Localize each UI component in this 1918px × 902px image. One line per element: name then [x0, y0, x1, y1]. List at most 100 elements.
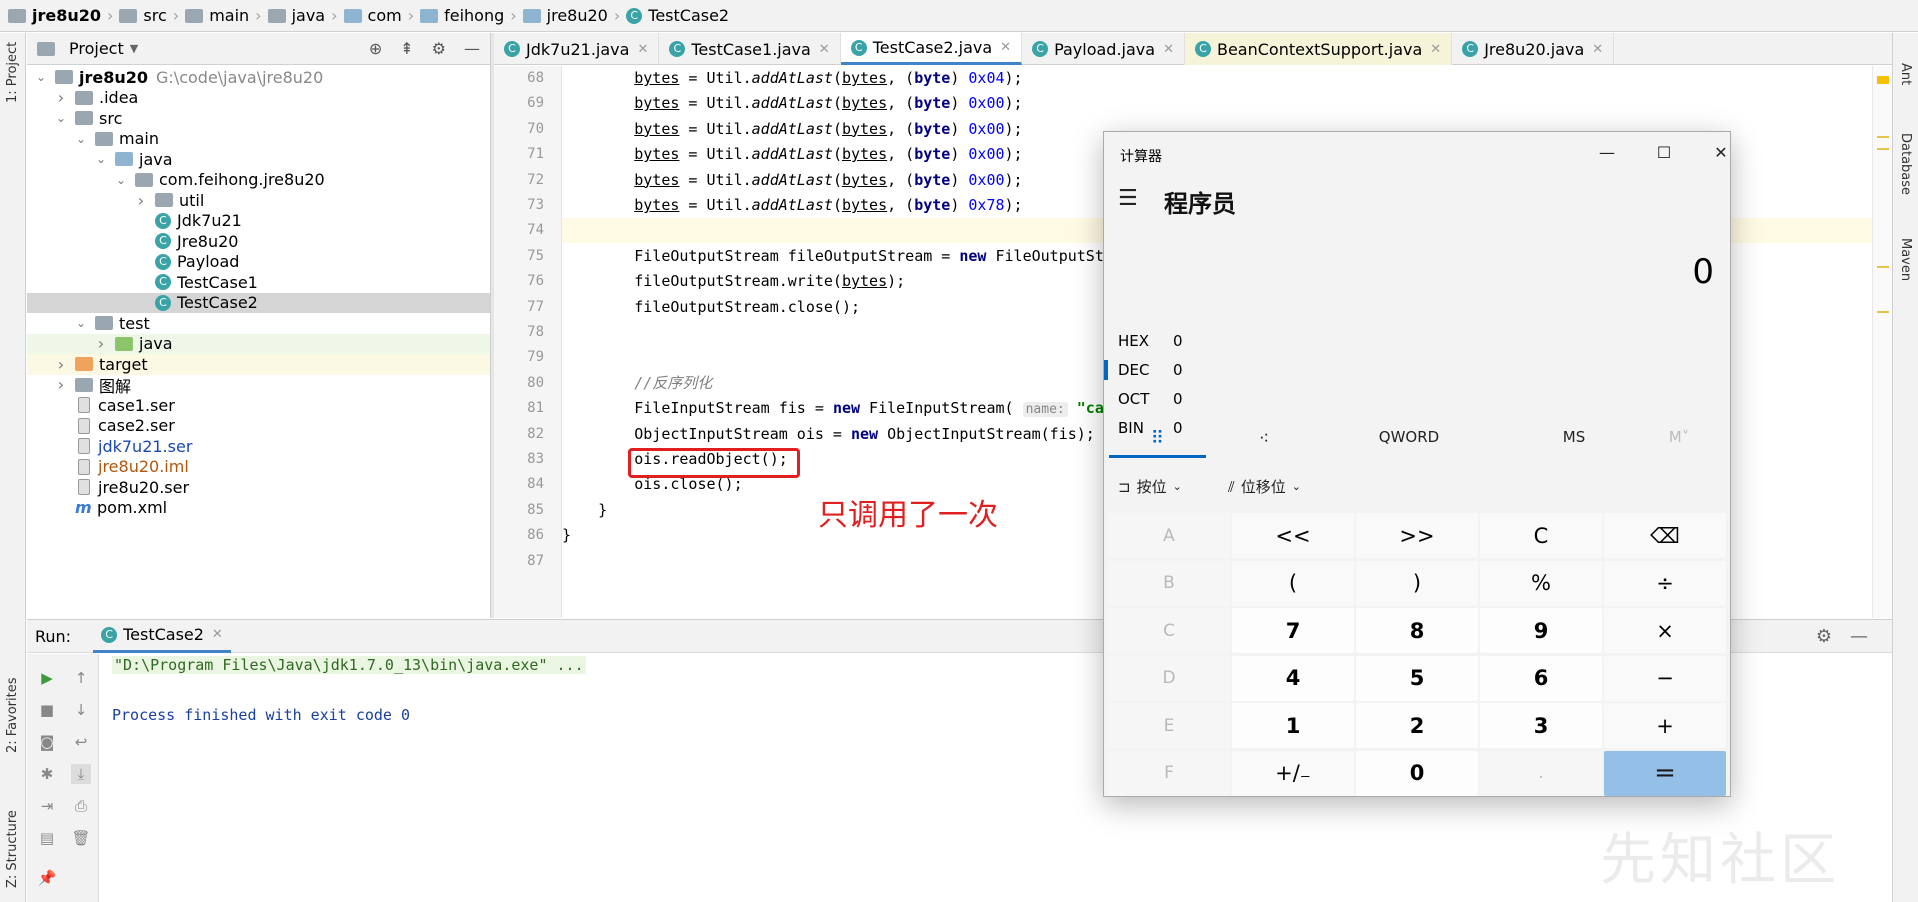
- tree-item[interactable]: C Payload: [27, 252, 490, 273]
- tree-item[interactable]: jre8u20.iml: [27, 457, 490, 478]
- minimize-icon[interactable]: —: [464, 39, 480, 58]
- close-icon[interactable]: ✕: [1163, 42, 1174, 57]
- marker[interactable]: [1877, 311, 1889, 313]
- trash-icon[interactable]: 🗑: [71, 828, 91, 848]
- calc-key[interactable]: 4: [1232, 655, 1354, 701]
- close-icon[interactable]: ✕: [637, 42, 648, 57]
- pin-icon[interactable]: 📌: [37, 868, 57, 888]
- chevron-right-icon[interactable]: ›: [133, 191, 149, 210]
- calc-key[interactable]: 0: [1356, 750, 1478, 796]
- exit-icon[interactable]: ⇥: [37, 796, 57, 816]
- calc-key[interactable]: F: [1108, 750, 1230, 796]
- tree-item[interactable]: › java: [27, 333, 490, 354]
- rerun-icon[interactable]: ▶: [37, 668, 57, 688]
- tree-item[interactable]: ⌄ src: [27, 108, 490, 129]
- calc-key[interactable]: D: [1108, 655, 1230, 701]
- calc-key[interactable]: 6: [1480, 655, 1602, 701]
- calc-key[interactable]: E: [1108, 703, 1230, 748]
- tree-item[interactable]: C Jre8u20: [27, 231, 490, 252]
- layout-icon[interactable]: ▤: [37, 828, 57, 848]
- calc-key[interactable]: ⌫: [1604, 513, 1726, 558]
- tree-item[interactable]: › .idea: [27, 88, 490, 109]
- camera-icon[interactable]: ◙: [37, 732, 57, 752]
- code-line[interactable]: bytes = Util.addAtLast(bytes, (byte) 0x0…: [562, 91, 1892, 116]
- word-size-button[interactable]: QWORD: [1354, 428, 1464, 458]
- bit-toggle-tab[interactable]: ⁖: [1244, 428, 1284, 458]
- scroll-to-end-icon[interactable]: ⤓: [71, 764, 91, 784]
- editor-tab[interactable]: C Payload.java ✕: [1022, 33, 1185, 65]
- calc-key[interactable]: %: [1480, 560, 1602, 606]
- maven-tool-button[interactable]: Maven: [1898, 238, 1913, 281]
- editor-tab[interactable]: C Jdk7u21.java ✕: [494, 33, 660, 65]
- tree-item[interactable]: jdk7u21.ser: [27, 436, 490, 457]
- chevron-down-icon[interactable]: ⌄: [73, 316, 89, 330]
- tree-item[interactable]: C TestCase2: [27, 292, 490, 313]
- calc-key[interactable]: (: [1232, 560, 1354, 606]
- collapse-all-icon[interactable]: ⇞: [400, 39, 413, 58]
- breadcrumb-item[interactable]: main ›: [185, 0, 267, 32]
- breadcrumb-item[interactable]: jre8u20 ›: [522, 0, 627, 32]
- calc-key[interactable]: >>: [1356, 513, 1478, 558]
- run-tab[interactable]: C TestCase2 ✕: [93, 619, 231, 653]
- tree-item[interactable]: ⌄ main: [27, 129, 490, 150]
- editor-tab[interactable]: C TestCase1.java ✕: [659, 33, 841, 65]
- gear-icon[interactable]: ⚙: [1816, 626, 1832, 647]
- locate-icon[interactable]: ⊕: [369, 39, 382, 58]
- calc-key[interactable]: C: [1108, 608, 1230, 653]
- project-panel-title[interactable]: Project: [69, 39, 124, 58]
- calc-key[interactable]: 9: [1480, 608, 1602, 653]
- arrow-down-icon[interactable]: ↓: [71, 700, 91, 720]
- calc-key[interactable]: 2: [1356, 703, 1478, 748]
- calc-key[interactable]: ×: [1604, 608, 1726, 653]
- close-icon[interactable]: ✕: [1592, 42, 1603, 57]
- project-tool-button[interactable]: 1: Project: [5, 42, 20, 103]
- marker[interactable]: [1877, 148, 1889, 150]
- error-stripe[interactable]: [1872, 66, 1892, 618]
- chevron-down-icon[interactable]: ⌄: [53, 111, 69, 125]
- maximize-icon[interactable]: ☐: [1644, 140, 1684, 166]
- calc-key[interactable]: 1: [1232, 703, 1354, 748]
- editor-tab[interactable]: C BeanContextSupport.java ✕: [1184, 33, 1453, 65]
- bitwise-dropdown[interactable]: ⊐ 按位 ⌄: [1118, 476, 1182, 497]
- stop-icon[interactable]: ■: [37, 700, 57, 720]
- minimize-icon[interactable]: —: [1850, 626, 1868, 647]
- soft-wrap-icon[interactable]: ↩: [71, 732, 91, 752]
- tree-item[interactable]: › target: [27, 354, 490, 375]
- calc-key[interactable]: +/₋: [1232, 750, 1354, 796]
- breadcrumb-item[interactable]: jre8u20 ›: [8, 0, 119, 32]
- close-icon[interactable]: ✕: [1430, 42, 1441, 57]
- calc-key[interactable]: C: [1480, 513, 1602, 558]
- warning-marker[interactable]: [1877, 76, 1889, 84]
- close-icon[interactable]: ✕: [1000, 40, 1011, 55]
- chevron-down-icon[interactable]: ⌄: [33, 70, 49, 84]
- chevron-down-icon[interactable]: ⌄: [113, 173, 129, 187]
- calc-key[interactable]: 3: [1480, 703, 1602, 748]
- chevron-down-icon[interactable]: ▼: [130, 42, 138, 55]
- breadcrumb-item[interactable]: feihong ›: [420, 0, 523, 32]
- tree-item[interactable]: › 图解: [27, 375, 490, 396]
- tree-item[interactable]: ⌄ test: [27, 313, 490, 334]
- print-icon[interactable]: ⎙: [71, 796, 91, 816]
- chevron-right-icon[interactable]: ›: [53, 355, 69, 374]
- hamburger-menu-icon[interactable]: ☰: [1118, 186, 1138, 211]
- tree-item[interactable]: C TestCase1: [27, 272, 490, 293]
- close-icon[interactable]: ✕: [819, 42, 830, 57]
- chevron-down-icon[interactable]: ⌄: [73, 132, 89, 146]
- calc-key[interactable]: =: [1604, 750, 1726, 796]
- debug-icon[interactable]: ✱: [37, 764, 57, 784]
- bit-shift-dropdown[interactable]: ⫽ 位移位 ⌄: [1228, 476, 1301, 497]
- marker[interactable]: [1877, 266, 1889, 268]
- close-icon[interactable]: ✕: [212, 627, 223, 642]
- editor-tab[interactable]: C Jre8u20.java ✕: [1452, 33, 1615, 65]
- chevron-right-icon[interactable]: ›: [53, 88, 69, 107]
- memory-recall-button[interactable]: M˅: [1659, 428, 1699, 458]
- radix-hex-row[interactable]: HEX 0: [1118, 328, 1183, 354]
- calculator-window[interactable]: 计算器 — ☐ ✕ ☰ 程序员 0 HEX 0 DEC 0 OCT 0 BIN 0 ⠿ ⁖ Q…: [1103, 131, 1731, 797]
- tree-item[interactable]: case2.ser: [27, 416, 490, 437]
- calc-key[interactable]: 7: [1232, 608, 1354, 653]
- gear-icon[interactable]: ⚙: [432, 39, 446, 58]
- calc-key[interactable]: <<: [1232, 513, 1354, 558]
- code-line[interactable]: bytes = Util.addAtLast(bytes, (byte) 0x0…: [562, 66, 1892, 91]
- calc-key[interactable]: A: [1108, 513, 1230, 558]
- tree-item[interactable]: jre8u20.ser: [27, 477, 490, 498]
